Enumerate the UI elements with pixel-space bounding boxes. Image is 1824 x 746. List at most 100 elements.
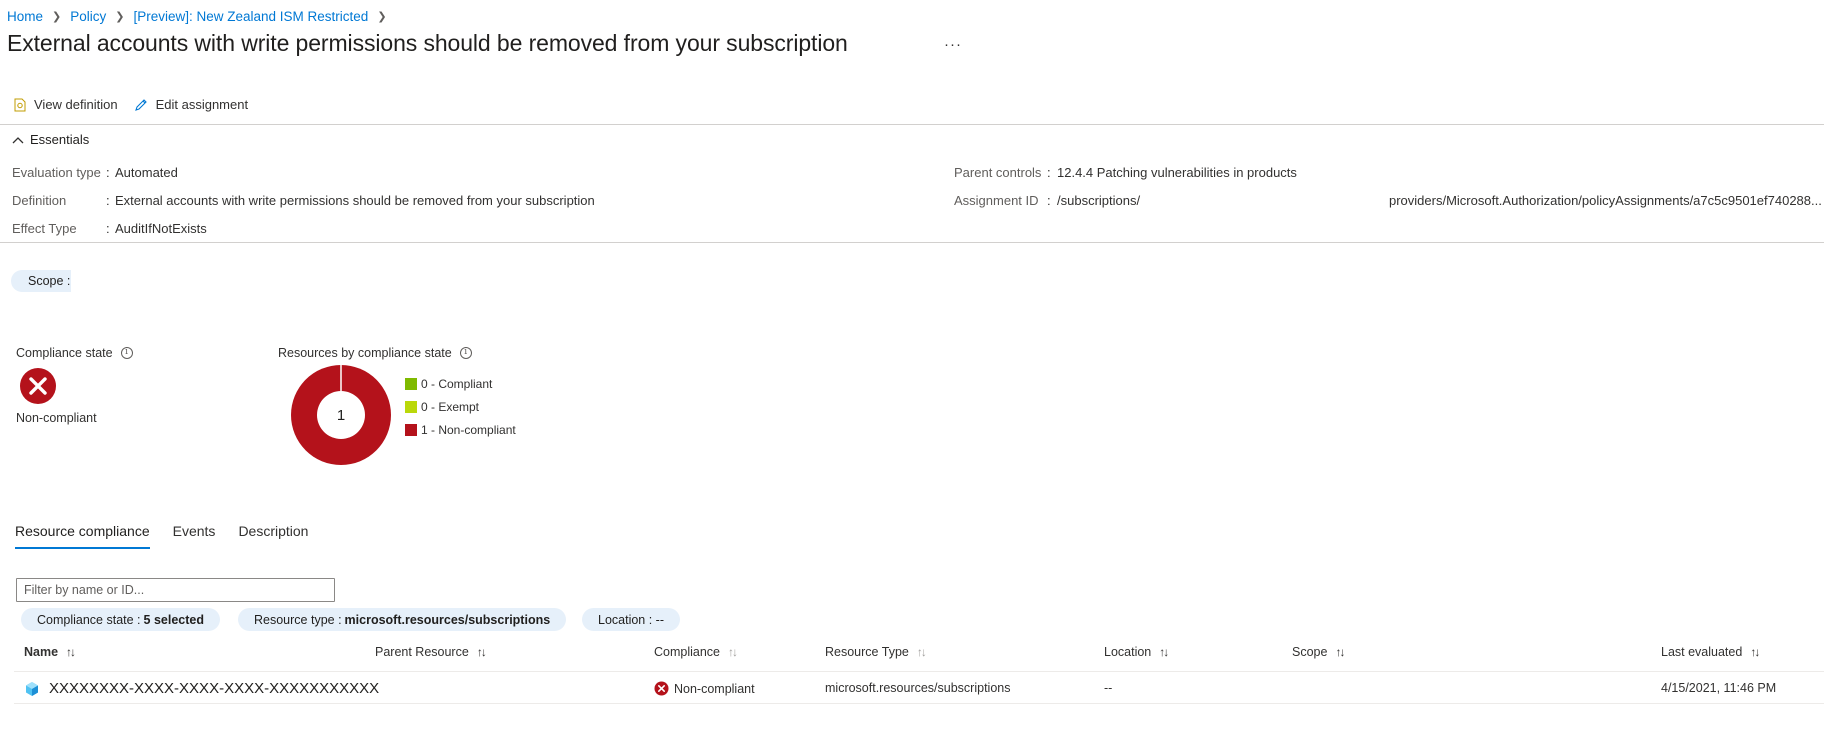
sort-icon: ↑↓	[728, 645, 738, 659]
compliance-state-label: Compliance state	[16, 346, 113, 360]
donut-center-value: 1	[337, 407, 345, 424]
legend-label: 0 - Compliant	[421, 376, 493, 391]
parent-controls-label: Parent controls	[954, 165, 1042, 180]
compliance-state-filter-pill[interactable]: Compliance state : 5 selected	[21, 608, 220, 631]
column-header-location[interactable]: Location ↑↓	[1104, 645, 1169, 659]
error-circle-icon	[20, 368, 56, 404]
error-circle-icon	[654, 681, 669, 696]
evaluation-type-value: Automated	[115, 165, 178, 180]
column-header-compliance[interactable]: Compliance ↑↓	[654, 645, 738, 659]
colon: :	[106, 165, 110, 180]
chevron-right-icon: ❯	[52, 10, 62, 23]
tab-resource-compliance[interactable]: Resource compliance	[15, 523, 150, 549]
table-row-divider	[14, 671, 1824, 672]
document-icon	[14, 98, 26, 111]
legend-swatch	[405, 423, 417, 436]
filter-pill-label: Resource type :	[254, 612, 342, 627]
resource-type-value: microsoft.resources/subscriptions	[825, 681, 1011, 695]
edit-assignment-label: Edit assignment	[155, 97, 249, 112]
legend-item-exempt[interactable]: 0 - Exempt	[405, 395, 516, 418]
effect-type-label: Effect Type	[12, 221, 77, 236]
divider	[0, 242, 1824, 243]
breadcrumb-initiative[interactable]: [Preview]: New Zealand ISM Restricted	[133, 9, 368, 24]
colon: :	[1047, 165, 1051, 180]
page-title: External accounts with write permissions…	[7, 30, 848, 56]
filter-input[interactable]	[16, 578, 335, 602]
sort-icon: ↑↓	[476, 645, 487, 659]
column-header-label: Resource Type	[825, 645, 909, 659]
tab-list: Resource compliance Events Description	[15, 523, 331, 549]
column-header-label: Parent Resource	[375, 645, 469, 659]
column-header-resource-type[interactable]: Resource Type ↑↓	[825, 645, 927, 659]
location-filter-pill[interactable]: Location : --	[582, 608, 681, 631]
assignment-id-value-path: providers/Microsoft.Authorization/policy…	[1389, 193, 1822, 208]
last-evaluated-value: 4/15/2021, 11:46 PM	[1661, 681, 1777, 695]
column-header-label: Location	[1104, 645, 1152, 659]
chevron-right-icon: ❯	[377, 10, 387, 23]
legend-item-non-compliant[interactable]: 1 - Non-compliant	[405, 418, 516, 441]
legend-label: 0 - Exempt	[421, 399, 480, 414]
column-header-label: Last evaluated	[1661, 645, 1743, 659]
column-header-scope[interactable]: Scope ↑↓	[1292, 645, 1345, 659]
info-icon[interactable]	[459, 347, 472, 359]
definition-value: External accounts with write permissions…	[115, 193, 595, 208]
column-header-label: Scope	[1292, 645, 1328, 659]
cell-compliance: Non-compliant	[654, 681, 755, 696]
parent-controls-value: 12.4.4 Patching vulnerabilities in produ…	[1057, 165, 1297, 180]
colon: :	[106, 193, 110, 208]
sort-icon: ↑↓	[1750, 645, 1760, 659]
breadcrumb-home[interactable]: Home	[7, 9, 43, 24]
legend-swatch	[405, 400, 417, 413]
cell-resource-type: microsoft.resources/subscriptions	[825, 681, 1010, 695]
column-header-name[interactable]: Name ↑↓	[24, 645, 76, 659]
breadcrumb-policy[interactable]: Policy	[70, 9, 106, 24]
resource-name-link[interactable]: XXXXXXXX-XXXX-XXXX-XXXX-XXXXXXXXXXX	[49, 680, 379, 697]
compliance-value: Non-compliant	[674, 681, 755, 696]
scope-label: Scope :	[28, 274, 71, 288]
filter-pill-label: Compliance state :	[37, 612, 141, 627]
legend-swatch	[405, 377, 417, 390]
info-icon[interactable]	[120, 347, 133, 359]
view-definition-button[interactable]: View definition	[14, 97, 118, 112]
subscription-cube-icon	[26, 681, 38, 696]
effect-type-value: AuditIfNotExists	[115, 221, 207, 236]
compliance-donut-chart: 1	[291, 364, 391, 465]
divider	[0, 124, 1824, 125]
sort-icon: ↑↓	[1335, 645, 1345, 659]
filter-pill-value: microsoft.resources/subscriptions	[344, 612, 551, 627]
legend-item-compliant[interactable]: 0 - Compliant	[405, 372, 516, 395]
filter-pill-label: Location : --	[598, 612, 665, 627]
view-definition-label: View definition	[34, 97, 118, 112]
essentials-toggle[interactable]: Essentials	[12, 132, 89, 147]
assignment-id-label: Assignment ID	[954, 193, 1039, 208]
scope-pill: Scope :	[11, 270, 71, 292]
column-header-parent-resource[interactable]: Parent Resource ↑↓	[375, 645, 487, 659]
colon: :	[1047, 193, 1051, 208]
definition-label: Definition	[12, 193, 67, 208]
compliance-state-value: Non-compliant	[16, 411, 97, 425]
cell-name: XXXXXXXX-XXXX-XXXX-XXXX-XXXXXXXXXXX	[24, 680, 379, 697]
column-header-label: Name	[24, 645, 59, 659]
colon: :	[106, 221, 110, 236]
chevron-up-icon	[12, 136, 24, 143]
cell-location: --	[1104, 681, 1112, 695]
resource-type-filter-pill[interactable]: Resource type : microsoft.resources/subs…	[238, 608, 567, 631]
assignment-id-value: /subscriptions/	[1057, 193, 1141, 208]
pencil-icon	[134, 98, 147, 111]
sort-icon: ↑↓	[66, 645, 76, 659]
tab-events[interactable]: Events	[173, 523, 216, 549]
tab-description[interactable]: Description	[238, 523, 308, 549]
column-header-label: Compliance	[654, 645, 721, 659]
essentials-label: Essentials	[30, 132, 90, 147]
sort-icon: ↑↓	[1159, 645, 1169, 659]
breadcrumb: Home ❯ Policy ❯ [Preview]: New Zealand I…	[7, 7, 396, 25]
resources-by-state-label: Resources by compliance state	[278, 346, 452, 360]
table-row-divider	[14, 703, 1824, 704]
filter-pill-value: 5 selected	[143, 612, 204, 627]
more-options-button[interactable]: ···	[944, 36, 962, 53]
command-bar: View definition Edit assignment	[14, 97, 264, 112]
edit-assignment-button[interactable]: Edit assignment	[134, 97, 249, 112]
cell-last-evaluated: 4/15/2021, 11:46 PM	[1661, 681, 1776, 695]
sort-icon: ↑↓	[916, 645, 927, 659]
column-header-last-evaluated[interactable]: Last evaluated ↑↓	[1661, 645, 1760, 659]
